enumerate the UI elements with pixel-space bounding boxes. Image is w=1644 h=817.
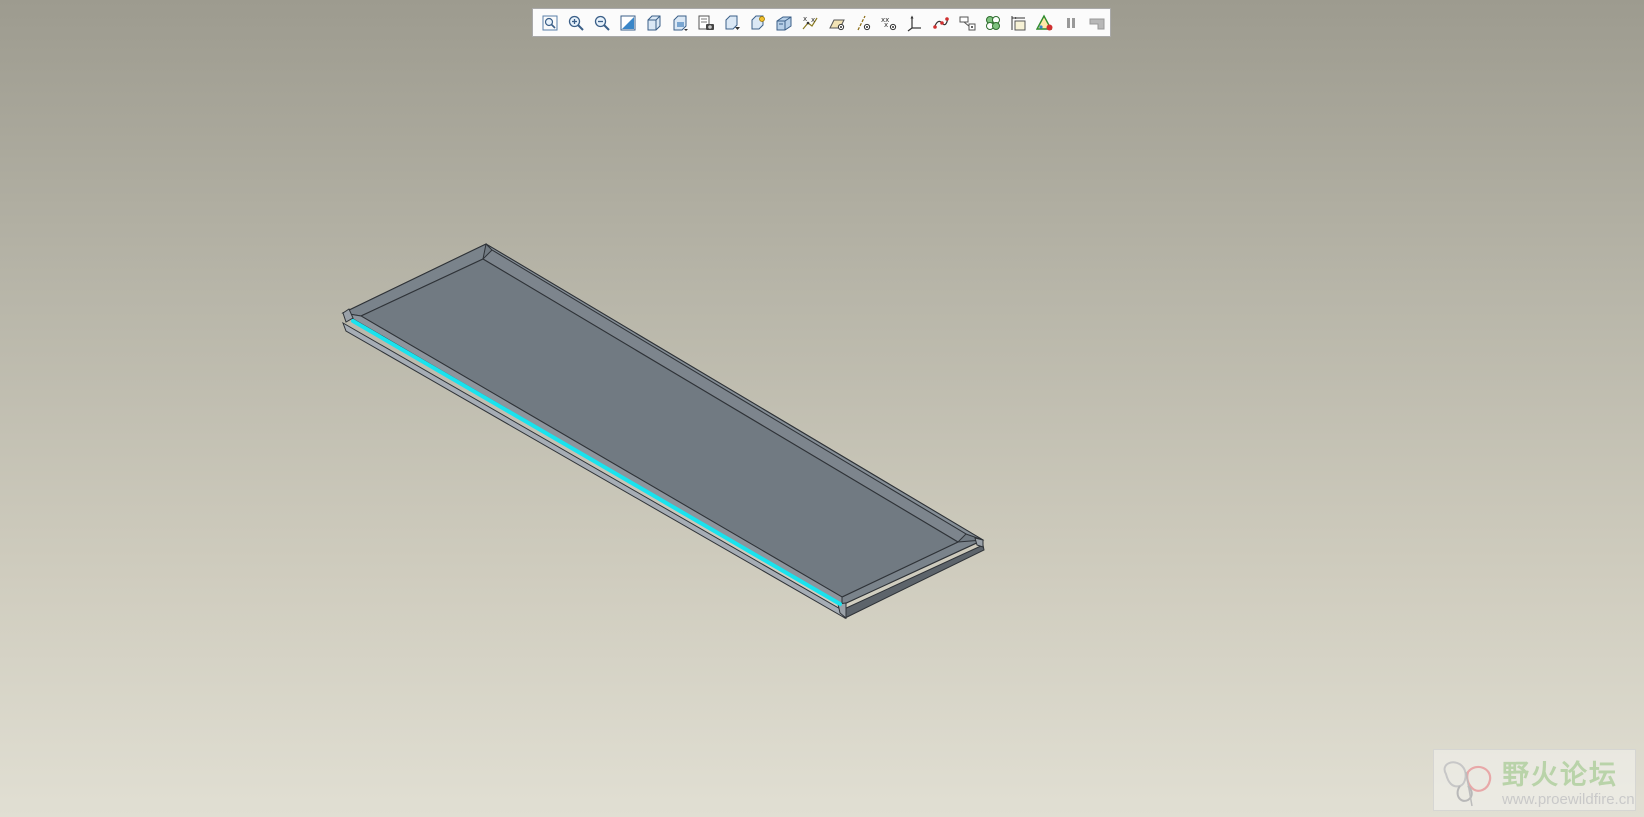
tray-corner-right-back xyxy=(974,537,984,548)
graphics-window[interactable]: x x xx x 野火论坛 www.proewildfire.cn xyxy=(0,0,1644,817)
tray-pocket-floor[interactable] xyxy=(359,258,960,598)
watermark: 野火论坛 www.proewildfire.cn xyxy=(1433,749,1636,811)
watermark-url: www.proewildfire.cn xyxy=(1502,791,1635,808)
watermark-title: 野火论坛 xyxy=(1502,760,1618,791)
3d-model-viewport[interactable] xyxy=(0,0,1644,817)
butterfly-logo-icon xyxy=(1443,761,1492,807)
